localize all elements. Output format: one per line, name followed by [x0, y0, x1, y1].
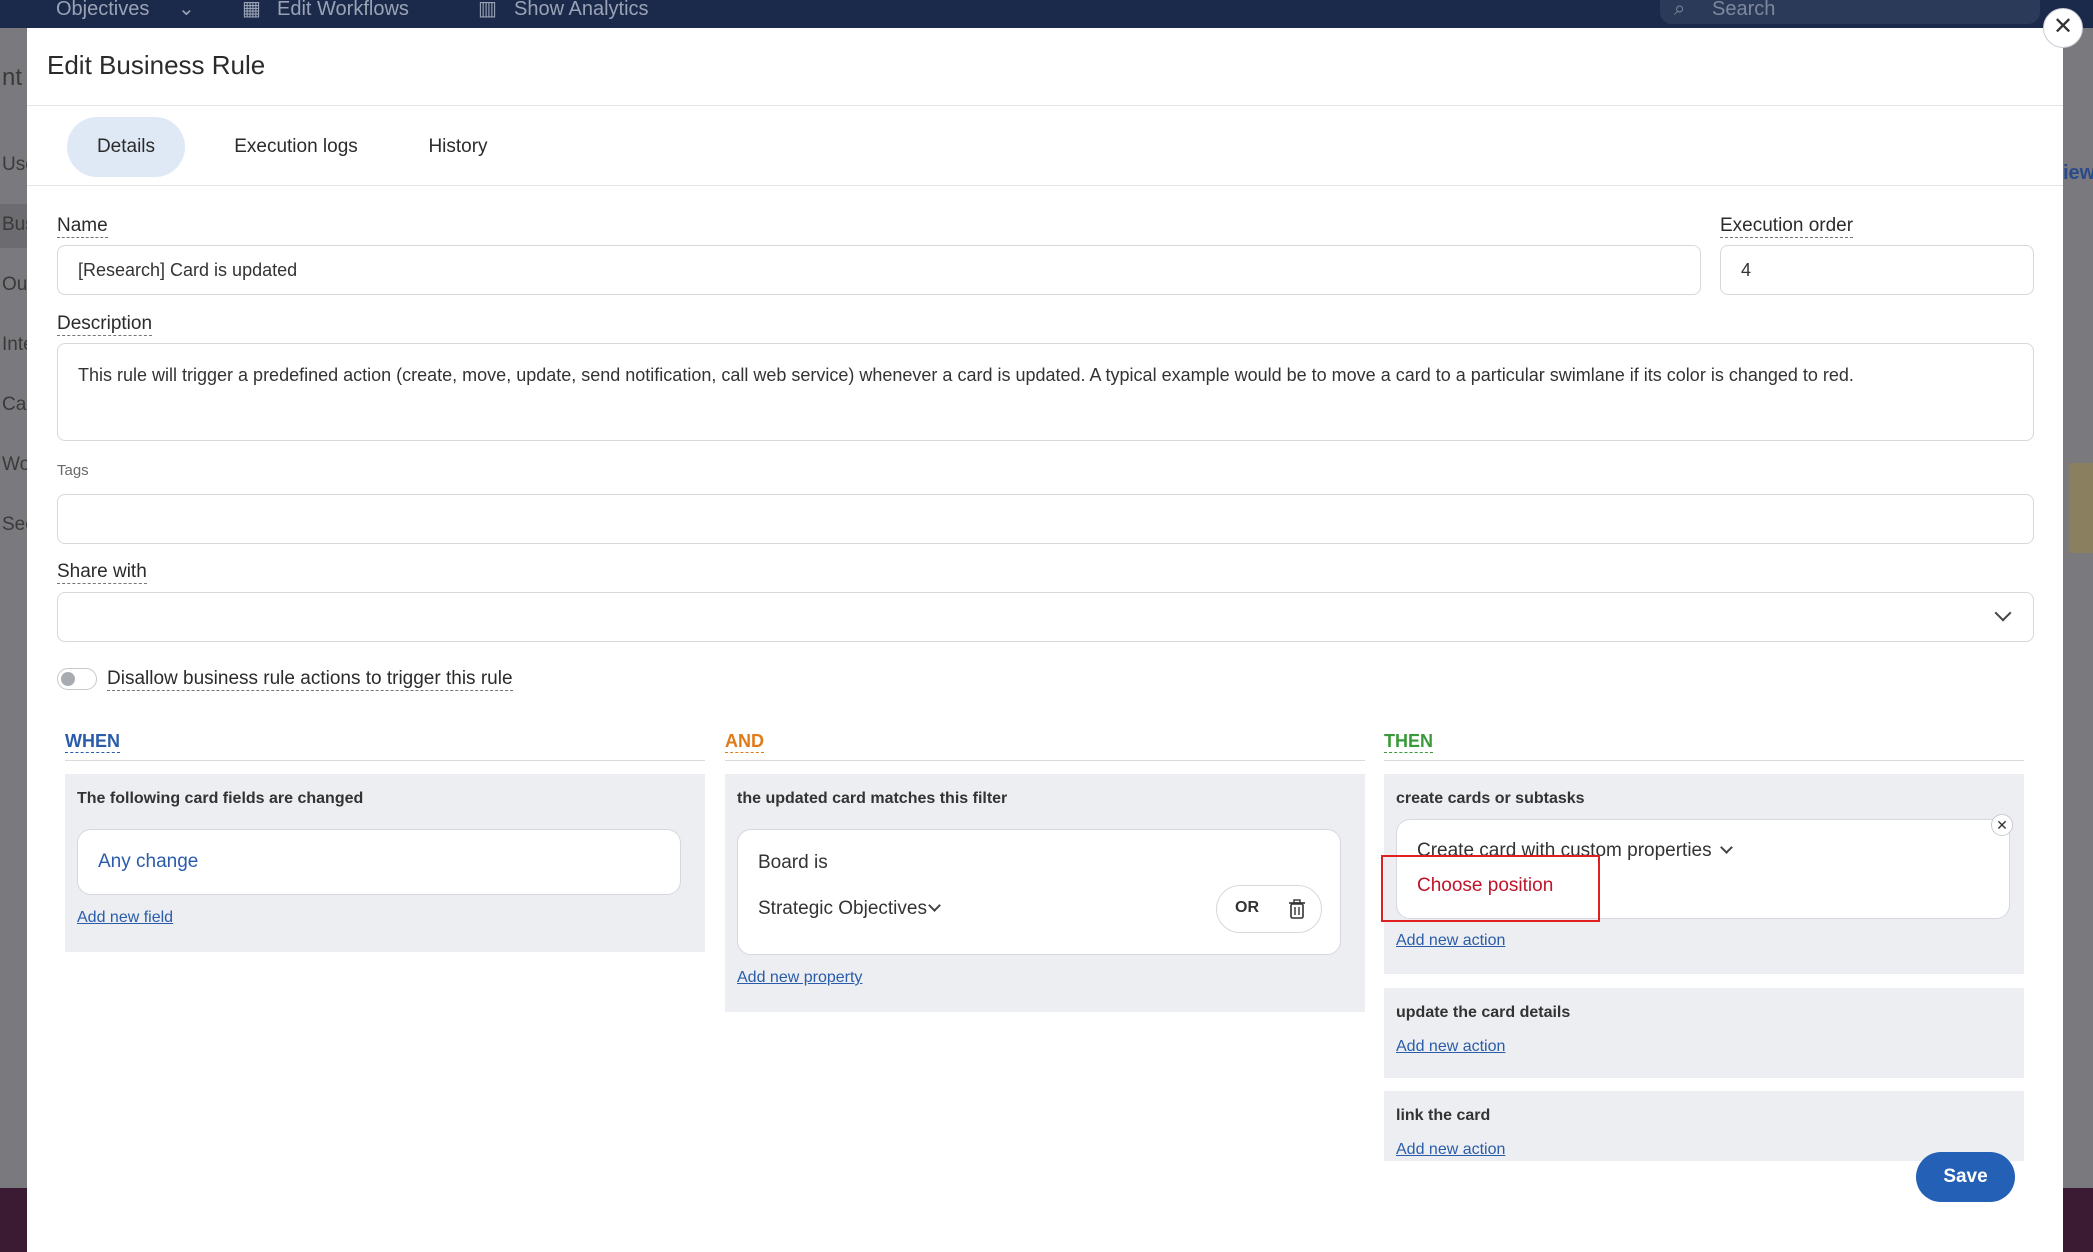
when-panel: The following card fields are changed An… — [65, 774, 705, 952]
name-value: [Research] Card is updated — [78, 260, 298, 280]
board-is-label: Board is — [758, 852, 828, 873]
description-textarea[interactable]: This rule will trigger a predefined acti… — [57, 343, 2034, 441]
or-button[interactable]: OR — [1235, 899, 1259, 917]
dialog-title: Edit Business Rule — [47, 50, 266, 80]
when-heading: WHEN — [65, 731, 120, 753]
or-trash-group: OR — [1216, 885, 1322, 933]
add-new-action-link[interactable]: Add new action — [1396, 932, 1505, 950]
global-search: ⌕ Search — [1660, 0, 2040, 24]
description-label: Description — [57, 313, 153, 336]
close-icon[interactable]: ✕ — [2043, 8, 2083, 48]
share-with-label: Share with — [57, 561, 147, 584]
then-panel-title: update the card details — [1396, 1004, 1571, 1021]
add-new-field-link[interactable]: Add new field — [77, 909, 173, 927]
save-button[interactable]: Save — [1916, 1152, 2015, 1202]
any-change-label: Any change — [98, 851, 199, 872]
bg-view-link: iew — [2063, 162, 2093, 184]
any-change-chip[interactable]: Any change — [77, 829, 681, 895]
background-right-edge: iew — [2063, 28, 2093, 1188]
show-analytics-link: Show Analytics — [514, 0, 649, 20]
app-topbar: Objectives ⌄ ▦ Edit Workflows ▥ Show Ana… — [0, 0, 2093, 28]
description-value: This rule will trigger a predefined acti… — [78, 365, 1854, 385]
workflow-icon: ▦ — [242, 0, 261, 20]
execution-order-label: Execution order — [1720, 215, 1854, 238]
toggle-knob — [61, 672, 75, 686]
edit-workflows-link: Edit Workflows — [277, 0, 409, 20]
and-divider — [725, 760, 1365, 761]
add-new-action-link[interactable]: Add new action — [1396, 1141, 1505, 1159]
name-label: Name — [57, 215, 108, 238]
add-new-action-link[interactable]: Add new action — [1396, 1038, 1505, 1056]
then-panel-link-card: link the card Add new action — [1384, 1091, 2024, 1161]
and-panel: the updated card matches this filter Boa… — [725, 774, 1365, 1012]
then-heading: THEN — [1384, 731, 1433, 753]
chevron-down-icon: ⌄ — [178, 0, 195, 20]
disallow-actions-toggle[interactable] — [57, 668, 97, 690]
share-with-select[interactable] — [57, 592, 2034, 642]
edit-business-rule-dialog: Edit Business Rule Details Execution log… — [27, 28, 2063, 1252]
dialog-header: Edit Business Rule — [27, 28, 2063, 106]
bg-sidebar-item: Car — [2, 394, 27, 415]
trash-icon[interactable] — [1289, 899, 1305, 919]
remove-action-icon[interactable]: ✕ — [1991, 814, 2013, 836]
when-divider — [65, 760, 705, 761]
tab-details[interactable]: Details — [67, 117, 185, 177]
bg-sidebar-item: Bus — [2, 214, 27, 235]
board-filter-card: Board is Strategic Objectives OR — [737, 829, 1341, 955]
disallow-actions-label: Disallow business rule actions to trigge… — [107, 668, 513, 691]
bg-sidebar-item: Wo — [2, 454, 27, 475]
bg-sidebar-item: Out — [2, 274, 27, 295]
bg-highlight — [2069, 463, 2093, 553]
search-icon: ⌕ — [1674, 0, 1686, 20]
tab-execution-logs[interactable]: Execution logs — [202, 117, 390, 177]
tab-history[interactable]: History — [393, 117, 523, 177]
when-panel-title: The following card fields are changed — [77, 790, 364, 807]
then-panel-update-card: update the card details Add new action — [1384, 988, 2024, 1078]
chevron-down-icon — [1720, 841, 1733, 854]
tab-divider — [27, 185, 2063, 186]
highlight-annotation — [1381, 855, 1600, 922]
bg-sidebar-item: Inte — [2, 334, 27, 355]
bg-page-title-fragment: nt — [2, 64, 23, 91]
and-heading: AND — [725, 731, 764, 753]
then-panel-title: link the card — [1396, 1107, 1491, 1124]
board-value-select[interactable]: Strategic Objectives — [758, 898, 927, 920]
tags-label: Tags — [57, 462, 89, 479]
execution-order-input[interactable]: 4 — [1720, 245, 2034, 295]
execution-order-value: 4 — [1741, 260, 1752, 280]
analytics-icon: ▥ — [478, 0, 497, 20]
chevron-down-icon — [1994, 604, 2012, 622]
add-new-property-link[interactable]: Add new property — [737, 969, 862, 987]
background-sidebar: nt Use Bus Out Inte Car Wo Sec — [0, 28, 27, 1188]
then-panel-title: create cards or subtasks — [1396, 790, 1585, 807]
and-panel-title: the updated card matches this filter — [737, 790, 1008, 807]
bg-sidebar-item: Sec — [2, 514, 27, 535]
name-input[interactable]: [Research] Card is updated — [57, 245, 1701, 295]
tags-input[interactable] — [57, 494, 2034, 544]
then-divider — [1384, 760, 2024, 761]
search-placeholder: Search — [1712, 0, 1776, 20]
chevron-down-icon — [928, 899, 941, 912]
bg-sidebar-item: Use — [2, 154, 27, 175]
objectives-menu: Objectives — [56, 0, 150, 20]
